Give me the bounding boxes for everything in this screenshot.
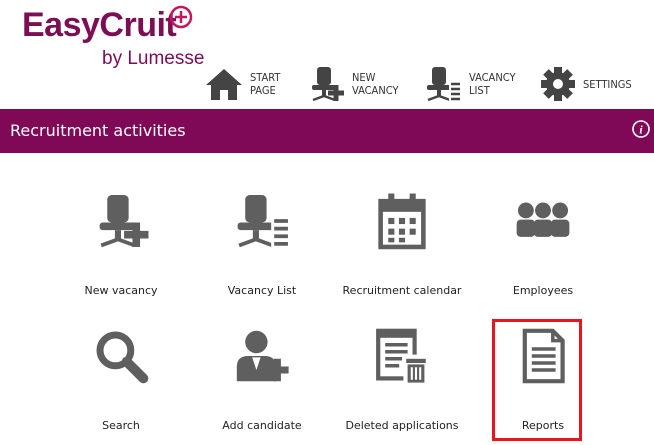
add-candidate-icon xyxy=(236,330,289,382)
tile-label: New vacancy xyxy=(84,284,158,297)
search-icon xyxy=(96,331,149,384)
logo-subtitle: by Lumesse xyxy=(102,48,205,69)
vacancy-list-icon xyxy=(427,67,461,102)
tile-add-candidate[interactable]: Add candidate xyxy=(192,328,332,438)
calendar-icon xyxy=(378,193,426,250)
nav-label: NEW VACANCY xyxy=(352,71,399,97)
tile-label: Employees xyxy=(512,284,574,297)
employees-icon xyxy=(516,202,570,237)
section-header: Recruitment activities i xyxy=(0,109,654,153)
tile-label: Deleted applications xyxy=(345,419,459,432)
tile-recruitment-calendar[interactable]: Recruitment calendar xyxy=(332,192,472,302)
new-vacancy-icon xyxy=(99,195,149,248)
tile-label: Recruitment calendar xyxy=(342,284,462,297)
tile-employees[interactable]: Employees xyxy=(473,192,613,302)
tile-search[interactable]: Search xyxy=(51,328,191,438)
tile-label: Search xyxy=(102,419,140,432)
logo-target-icon xyxy=(169,5,193,29)
info-icon[interactable]: i xyxy=(632,120,650,138)
tile-new-vacancy[interactable]: New vacancy xyxy=(51,192,191,302)
nav-new-vacancy[interactable]: NEW VACANCY xyxy=(307,64,398,104)
logo-text: EasyCruit xyxy=(22,6,177,44)
gear-icon xyxy=(541,67,575,101)
reports-highlight-box xyxy=(492,319,582,441)
new-vacancy-icon xyxy=(312,67,344,102)
nav-label: VACANCY LIST xyxy=(469,71,516,97)
vacancy-list-icon xyxy=(237,195,290,248)
section-title: Recruitment activities xyxy=(10,121,186,140)
tile-label: Vacancy List xyxy=(227,284,297,297)
nav-label: SETTINGS xyxy=(583,77,632,91)
nav-label: START PAGE xyxy=(250,71,281,97)
nav-start-page[interactable]: START PAGE xyxy=(205,64,280,104)
nav-settings[interactable]: SETTINGS xyxy=(540,64,632,104)
nav-vacancy-list[interactable]: VACANCY LIST xyxy=(424,64,515,104)
tile-vacancy-list[interactable]: Vacancy List xyxy=(192,192,332,302)
deleted-applications-icon xyxy=(376,328,429,384)
tile-label: Add candidate xyxy=(222,419,302,432)
svg-text:i: i xyxy=(639,123,643,137)
tile-deleted-applications[interactable]: Deleted applications xyxy=(332,328,472,438)
home-icon xyxy=(206,69,242,100)
